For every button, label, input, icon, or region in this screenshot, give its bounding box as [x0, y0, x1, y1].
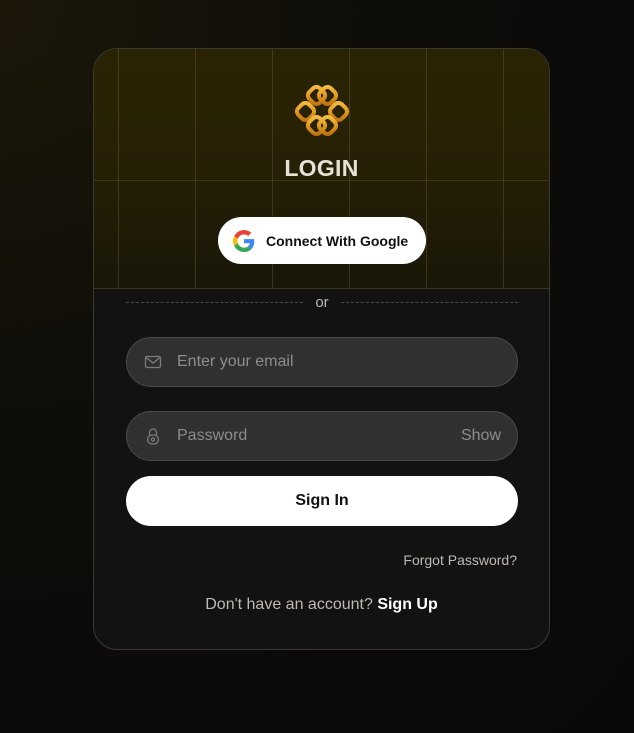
connect-google-label: Connect With Google	[266, 232, 409, 249]
forgot-password-link[interactable]: Forgot Password?	[403, 552, 517, 568]
divider-text: or	[315, 293, 329, 311]
clover-knot-logo-icon	[294, 84, 350, 139]
divider-line	[126, 301, 304, 303]
password-field[interactable]	[175, 411, 461, 461]
page-title: LOGIN	[284, 155, 359, 181]
or-divider: or	[126, 292, 518, 312]
padlock-icon	[144, 427, 162, 445]
email-field[interactable]	[175, 337, 517, 387]
google-g-icon	[233, 229, 255, 252]
signup-prompt: Don't have an account?	[205, 596, 373, 613]
envelope-icon	[144, 353, 162, 371]
signup-row: Don't have an account? Sign Up	[94, 596, 549, 614]
card-header-panel: LOGIN Connect With Google	[94, 49, 549, 289]
password-field-container: Show	[126, 411, 518, 461]
sign-in-button[interactable]: Sign In	[126, 476, 518, 526]
grid-line	[94, 288, 549, 289]
divider-line	[340, 301, 518, 303]
connect-google-button[interactable]: Connect With Google	[218, 217, 426, 264]
sign-up-link[interactable]: Sign Up	[377, 596, 437, 613]
email-field-container	[126, 337, 518, 387]
show-password-toggle[interactable]: Show	[461, 427, 501, 445]
login-card: LOGIN Connect With Google or Enter your …	[93, 48, 550, 650]
